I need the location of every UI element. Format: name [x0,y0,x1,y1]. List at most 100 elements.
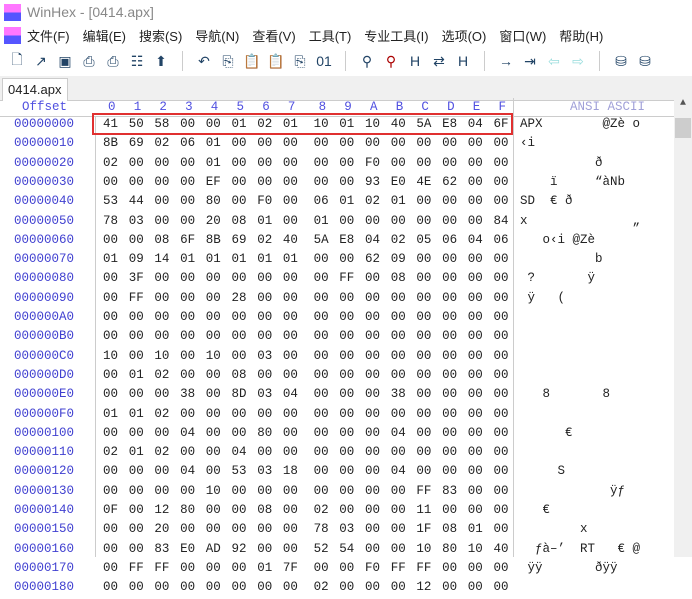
disk-open-icon[interactable]: ⛁ [612,52,630,70]
hex-byte[interactable]: 02 [154,136,176,150]
hex-byte[interactable]: 00 [283,271,305,285]
hex-byte[interactable]: 00 [129,484,151,498]
hex-byte[interactable]: 00 [129,580,151,594]
hex-byte[interactable]: 02 [103,445,125,459]
hex-byte[interactable]: 00 [365,580,387,594]
hex-editor[interactable]: Offset ANSI ASCII 0123456789ABCDEF ▲ 000… [0,98,692,594]
hex-byte[interactable]: 00 [442,310,464,324]
hex-byte[interactable]: 00 [468,387,490,401]
hex-byte[interactable]: 01 [283,117,305,131]
hex-byte[interactable]: 00 [257,156,279,170]
hex-byte[interactable]: 00 [206,387,228,401]
hex-byte[interactable]: 00 [339,503,361,517]
hex-byte[interactable]: 6F [180,233,202,247]
hex-byte[interactable]: 04 [232,445,254,459]
hex-byte[interactable]: 00 [339,291,361,305]
hex-byte[interactable]: E0 [391,175,413,189]
ascii-text[interactable]: ÿƒ [520,484,640,498]
hex-byte[interactable]: 00 [339,310,361,324]
hex-byte[interactable]: 00 [206,522,228,536]
hex-byte[interactable]: 00 [365,407,387,421]
menu-item-8[interactable]: 窗口(W) [499,26,546,45]
hex-byte[interactable]: 00 [154,484,176,498]
hex-byte[interactable]: 00 [103,175,125,189]
find-icon[interactable]: ⚲ [358,52,376,70]
hex-byte[interactable]: 00 [442,387,464,401]
hex-byte[interactable]: 00 [494,522,516,536]
hex-byte[interactable]: 8B [103,136,125,150]
hex-byte[interactable]: 00 [154,271,176,285]
hex-byte[interactable]: 53 [232,464,254,478]
hex-byte[interactable]: 00 [206,464,228,478]
hex-byte[interactable]: 01 [103,252,125,266]
paste-icon[interactable]: 📋 [243,52,261,70]
hex-byte[interactable]: 00 [391,580,413,594]
hex-byte[interactable]: 00 [180,117,202,131]
hex-byte[interactable]: 00 [257,522,279,536]
hex-byte[interactable]: 00 [103,291,125,305]
hex-byte[interactable]: 00 [314,464,336,478]
hex-byte[interactable]: 00 [416,464,438,478]
hex-byte[interactable]: 78 [314,522,336,536]
menu-item-9[interactable]: 帮助(H) [559,26,603,45]
hex-byte[interactable]: 00 [283,368,305,382]
hex-byte[interactable]: 10 [103,349,125,363]
hex-byte[interactable]: 00 [391,522,413,536]
hex-byte[interactable]: 00 [154,580,176,594]
hex-byte[interactable]: 00 [129,175,151,189]
find-text-icon[interactable]: ⚲ [382,52,400,70]
hex-byte[interactable]: 00 [314,349,336,363]
hex-byte[interactable]: 00 [391,156,413,170]
hex-byte[interactable]: 00 [365,214,387,228]
hex-byte[interactable]: FF [339,271,361,285]
hex-byte[interactable]: 93 [365,175,387,189]
hex-byte[interactable]: 00 [232,407,254,421]
hex-byte[interactable]: 04 [468,117,490,131]
hex-byte[interactable]: 69 [129,136,151,150]
hex-byte[interactable]: 80 [206,194,228,208]
hex-byte[interactable]: 62 [365,252,387,266]
hex-byte[interactable]: 00 [154,156,176,170]
hex-byte[interactable]: 00 [442,349,464,363]
ascii-text[interactable]: x „ [520,214,640,228]
hex-byte[interactable]: 50 [129,117,151,131]
hex-byte[interactable]: 00 [442,214,464,228]
hex-byte[interactable]: 00 [314,407,336,421]
hex-byte[interactable]: 01 [129,445,151,459]
hex-byte[interactable]: 8D [232,387,254,401]
hex-byte[interactable]: 00 [129,233,151,247]
hex-byte[interactable]: 00 [232,194,254,208]
hex-byte[interactable]: 00 [442,156,464,170]
hex-byte[interactable]: 00 [180,291,202,305]
undo-icon[interactable]: ↶ [195,52,213,70]
hex-byte[interactable]: 00 [339,252,361,266]
scroll-thumb[interactable] [675,118,691,138]
hex-byte[interactable]: 14 [154,252,176,266]
hex-byte[interactable]: 00 [314,291,336,305]
hex-byte[interactable]: 00 [206,580,228,594]
hex-byte[interactable]: 00 [283,175,305,189]
hex-byte[interactable]: 00 [339,561,361,575]
hex-byte[interactable]: 00 [314,445,336,459]
hex-byte[interactable]: 00 [257,445,279,459]
hex-byte[interactable]: 00 [283,522,305,536]
hex-byte[interactable]: 00 [206,503,228,517]
ascii-text[interactable]: ? ÿ [520,271,640,285]
hex-byte[interactable]: 00 [180,349,202,363]
hex-byte[interactable]: 00 [494,426,516,440]
hex-byte[interactable]: 00 [103,561,125,575]
print-setup-icon[interactable]: ⎙ [104,52,122,70]
hex-byte[interactable]: 00 [416,426,438,440]
open-icon[interactable]: ↗ [32,52,50,70]
hex-byte[interactable]: 00 [257,310,279,324]
hex-byte[interactable]: 00 [314,329,336,343]
hex-byte[interactable]: 02 [154,368,176,382]
hex-byte[interactable]: 4E [416,175,438,189]
ascii-text[interactable]: b [520,252,640,266]
hex-byte[interactable]: 00 [232,349,254,363]
hex-byte[interactable]: 00 [365,426,387,440]
hex-byte[interactable]: 04 [180,464,202,478]
hex-byte[interactable]: 00 [129,522,151,536]
hex-byte[interactable]: 00 [391,368,413,382]
hex-byte[interactable]: 00 [103,368,125,382]
